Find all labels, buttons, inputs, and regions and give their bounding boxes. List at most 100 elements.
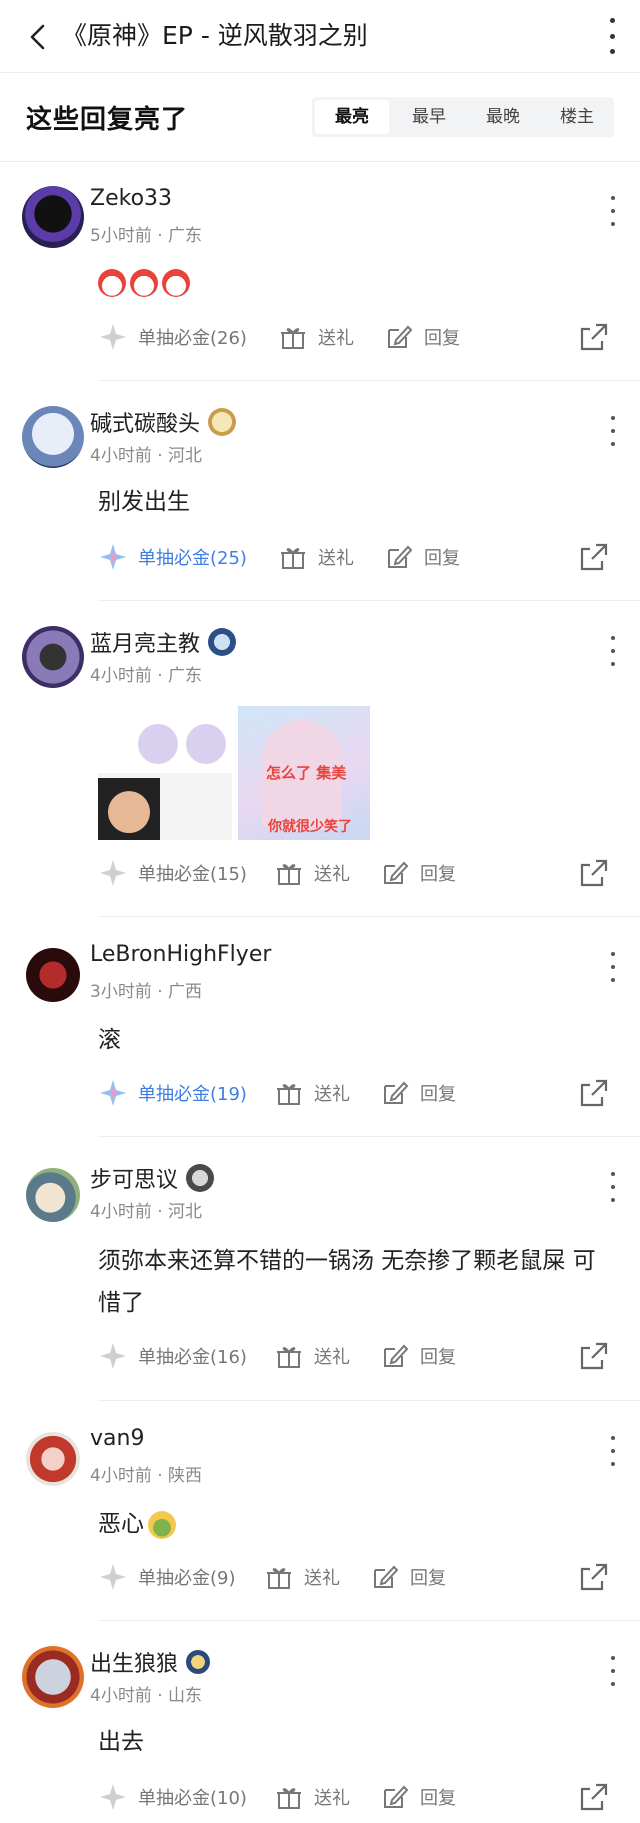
share-icon[interactable] (578, 1340, 610, 1372)
comment-actions: 单抽必金(10) 送礼 回复 (98, 1779, 618, 1815)
share-icon[interactable] (578, 1077, 610, 1109)
gift-button[interactable]: 送礼 (278, 319, 354, 355)
face-photo (98, 778, 160, 840)
divider (98, 380, 640, 381)
edit-icon (384, 1081, 409, 1104)
sparkle-icon (100, 324, 126, 350)
edit-icon (384, 1785, 409, 1808)
avatar[interactable] (26, 1432, 80, 1486)
username[interactable]: LeBronHighFlyer (90, 942, 271, 967)
gift-button[interactable]: 送礼 (274, 1338, 350, 1374)
comment-more-icon[interactable] (608, 416, 618, 446)
divider (98, 1136, 640, 1137)
comment-actions: 单抽必金(15) 送礼 回复 (98, 855, 618, 891)
comment-content: 恶心 (98, 1504, 618, 1544)
share-icon[interactable] (578, 1561, 610, 1593)
comment-meta: 3小时前 · 广西 (90, 982, 203, 1002)
user-badge-icon (186, 1650, 211, 1674)
gift-icon (281, 328, 305, 349)
section-title: 这些回复亮了 (26, 105, 189, 135)
share-icon[interactable] (578, 321, 610, 353)
edit-icon (384, 1344, 409, 1367)
clown-emoji-icon (98, 268, 126, 297)
lucky-button[interactable]: 单抽必金(10) (98, 1779, 247, 1815)
lucky-button[interactable]: 单抽必金(19) (98, 1075, 247, 1111)
comment-more-icon[interactable] (608, 952, 618, 982)
username[interactable]: 蓝月亮主教 (90, 626, 237, 658)
lucky-button[interactable]: 单抽必金(15) (98, 855, 247, 891)
reply-button[interactable]: 回复 (370, 1559, 446, 1595)
avatar[interactable] (22, 1646, 84, 1708)
gift-button[interactable]: 送礼 (274, 1075, 350, 1111)
comment-content: 须弥本来还算不错的一锅汤 无奈掺了颗老鼠屎 可惜了 (98, 1248, 596, 1316)
reply-button[interactable]: 回复 (380, 1338, 456, 1374)
page-title: 《原神》EP - 逆风散羽之别 (62, 21, 368, 50)
divider (98, 600, 640, 601)
avatar[interactable] (22, 626, 84, 688)
username[interactable]: 步可思议 (90, 1162, 215, 1194)
gift-button[interactable]: 送礼 (264, 1559, 340, 1595)
gift-icon (277, 1084, 301, 1105)
comment-meta: 4小时前 · 山东 (90, 1686, 203, 1706)
comment-actions: 单抽必金(26) 送礼 回复 (98, 319, 618, 355)
comment-item: LeBronHighFlyer 3小时前 · 广西 滚 单抽必金(19) 送礼 … (0, 918, 640, 1138)
username[interactable]: van9 (90, 1426, 144, 1451)
meme-image[interactable]: 怎么了 集美 你就很少笑了 (238, 706, 370, 840)
divider (98, 1400, 640, 1401)
clown-emoji-icon (162, 268, 190, 297)
edit-icon (388, 545, 413, 568)
share-icon[interactable] (578, 857, 610, 889)
username[interactable]: 碱式碳酸头 (90, 406, 237, 438)
tab-hottest[interactable]: 最亮 (315, 100, 389, 134)
tab-earliest[interactable]: 最早 (392, 97, 466, 137)
tab-latest[interactable]: 最晚 (466, 97, 540, 137)
comment-item: van9 4小时前 · 陕西 恶心 单抽必金(9) 送礼 回复 (0, 1402, 640, 1622)
comment-meta: 4小时前 · 广东 (90, 666, 203, 686)
hot-replies-header: 这些回复亮了 最亮 最早 最晚 楼主 (0, 73, 640, 161)
tab-op-only[interactable]: 楼主 (540, 97, 614, 137)
back-arrow-icon[interactable] (22, 20, 56, 54)
lucky-button[interactable]: 单抽必金(25) (98, 539, 247, 575)
clown-emoji-icon (130, 268, 158, 297)
comment-item: 碱式碳酸头 4小时前 · 河北 别发出生 单抽必金(25) 送礼 回复 (0, 382, 640, 602)
meme-caption-bottom: 你就很少笑了 (268, 819, 352, 835)
sparkle-icon (100, 1784, 126, 1810)
username[interactable]: 出生狼狼 (90, 1646, 211, 1678)
user-badge-icon (208, 408, 237, 436)
gift-button[interactable]: 送礼 (274, 855, 350, 891)
avatar[interactable] (22, 186, 84, 248)
avatar[interactable] (26, 948, 80, 1002)
gift-button[interactable]: 送礼 (274, 1779, 350, 1815)
divider (98, 916, 640, 917)
sparkle-icon (100, 860, 126, 886)
edit-icon (388, 325, 413, 348)
comment-content: 别发出生 (98, 489, 190, 515)
gift-icon (267, 1568, 291, 1589)
gift-button[interactable]: 送礼 (278, 539, 354, 575)
reply-button[interactable]: 回复 (380, 1779, 456, 1815)
username[interactable]: Zeko33 (90, 186, 172, 211)
avatar[interactable] (22, 406, 84, 468)
reply-button[interactable]: 回复 (380, 855, 456, 891)
lucky-button[interactable]: 单抽必金(9) (98, 1559, 236, 1595)
comment-more-icon[interactable] (608, 636, 618, 666)
gift-icon (281, 548, 305, 569)
image-attachments: 怎么了 集美 你就很少笑了 (98, 706, 370, 840)
avatar[interactable] (26, 1168, 80, 1222)
comment-more-icon[interactable] (608, 1436, 618, 1466)
comment-more-icon[interactable] (608, 1172, 618, 1202)
comment-more-icon[interactable] (608, 1656, 618, 1686)
lucky-button[interactable]: 单抽必金(26) (98, 319, 247, 355)
share-icon[interactable] (578, 1781, 610, 1813)
comment-more-icon[interactable] (608, 196, 618, 226)
reply-button[interactable]: 回复 (384, 319, 460, 355)
lucky-button[interactable]: 单抽必金(16) (98, 1338, 247, 1374)
reply-button[interactable]: 回复 (380, 1075, 456, 1111)
reply-button[interactable]: 回复 (384, 539, 460, 575)
more-options-icon[interactable] (602, 18, 622, 54)
comment-content: 滚 (98, 1027, 121, 1053)
meme-image[interactable] (98, 706, 232, 840)
comment-actions: 单抽必金(9) 送礼 回复 (98, 1559, 618, 1595)
share-icon[interactable] (578, 541, 610, 573)
sparkle-icon (100, 1343, 126, 1369)
